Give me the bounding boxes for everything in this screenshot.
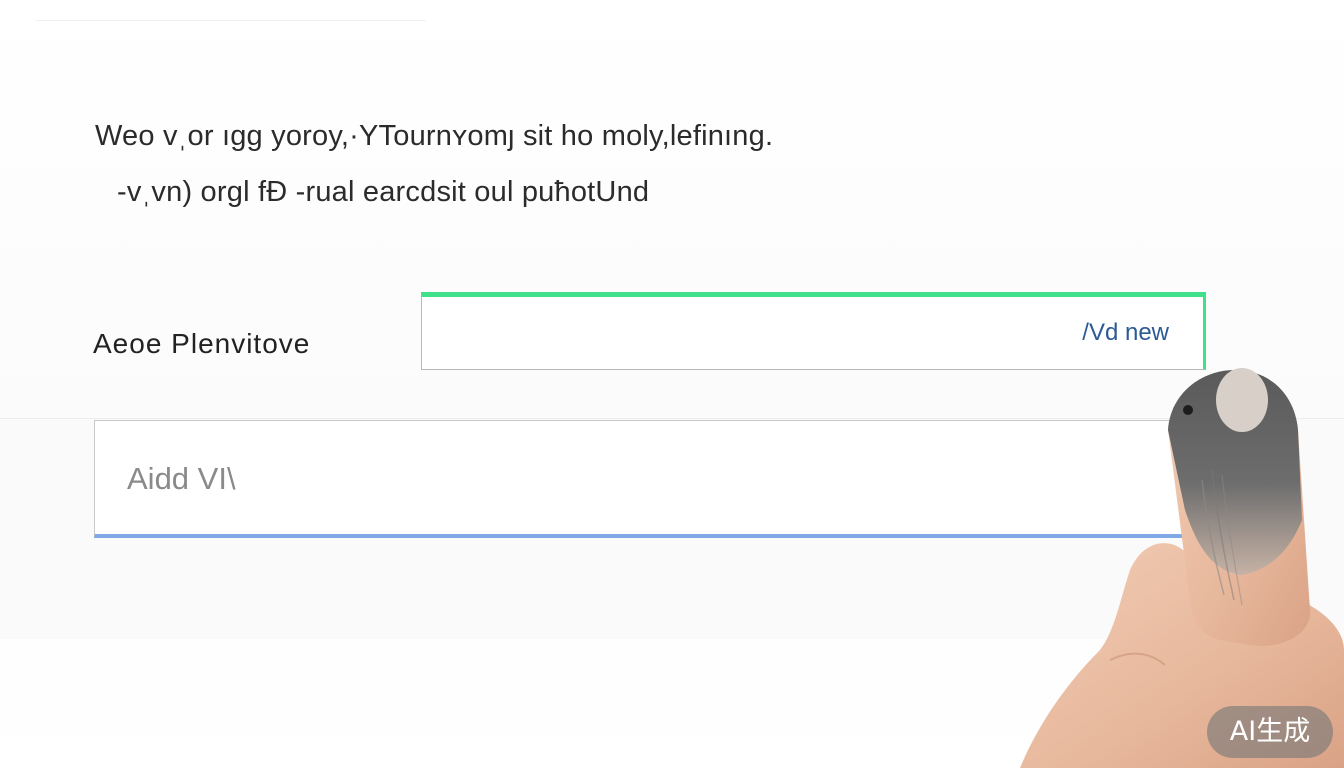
name-input-value: /Vd new bbox=[1082, 319, 1169, 346]
add-input-text: Aidd VI\ bbox=[127, 461, 236, 496]
screen: Weo vˌor ıgg yoroy,·YTournʏomȷ sit ho mo… bbox=[0, 0, 1344, 768]
field-label: Aeoe Plenvitove bbox=[93, 328, 311, 359]
top-divider bbox=[36, 20, 426, 21]
ai-generated-badge: AI生成 bbox=[1207, 706, 1333, 758]
description-text: Weo vˌor ıgg yoroy,·YTournʏomȷ sit ho mo… bbox=[95, 108, 1055, 220]
description-line-2: -vˌvn) orgl fÐ -rual earcdsit oul puħotU… bbox=[117, 176, 650, 208]
name-input[interactable]: /Vd new bbox=[421, 292, 1206, 370]
description-line-1: Weo vˌor ıgg yoroy,·YTournʏomȷ sit ho mo… bbox=[95, 120, 774, 152]
